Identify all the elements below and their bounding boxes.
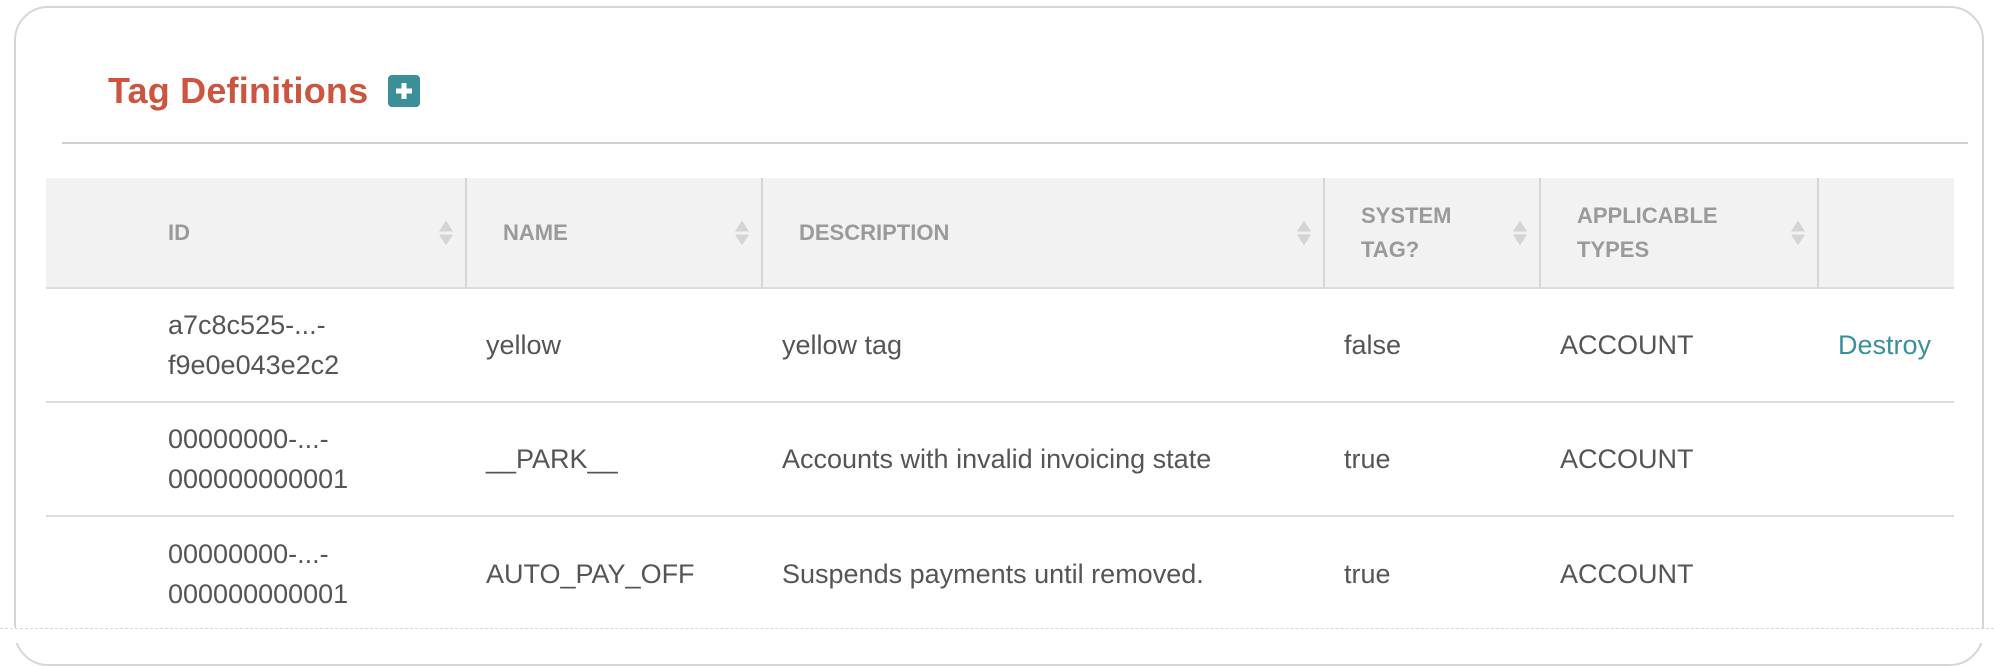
system-tag-cell: true [1344, 444, 1391, 474]
sort-icon[interactable] [439, 220, 453, 245]
column-header-label: ID [168, 219, 190, 245]
column-header-label: TYPES [1577, 236, 1650, 262]
table-row: 00000000-...- 000000000001 __PARK__ Acco… [46, 402, 1954, 516]
applicable-types-cell: ACCOUNT [1560, 330, 1694, 360]
name-cell: AUTO_PAY_OFF [486, 558, 695, 589]
add-tag-definition-button[interactable] [388, 75, 421, 107]
action-cell [1818, 516, 1954, 630]
description-cell: yellow tag [782, 330, 903, 360]
description-cell: Suspends payments until removed. [782, 558, 1204, 589]
column-header-applicable-types[interactable]: APPLICABLE TYPES [1540, 178, 1819, 288]
table-row: a7c8c525-...- f9e0e043e2c2 yellow yellow… [46, 288, 1954, 402]
id-line: 00000000-...- [168, 538, 329, 569]
description-cell: Accounts with invalid invoicing state [782, 444, 1212, 474]
table-row: 00000000-...- 000000000001 AUTO_PAY_OFF … [46, 516, 1954, 630]
id-line: 000000000001 [168, 578, 349, 609]
id-line: a7c8c525-...- [168, 310, 326, 340]
id-line: 000000000001 [168, 464, 349, 494]
id-line: 00000000-...- [168, 424, 329, 454]
action-cell [1818, 402, 1954, 516]
sort-icon[interactable] [1513, 220, 1527, 245]
sort-icon[interactable] [1297, 220, 1311, 245]
page-title: Tag Definitions [108, 70, 369, 111]
system-tag-cell: false [1344, 330, 1402, 360]
panel-header: Tag Definitions [108, 70, 421, 112]
column-header-label: APPLICABLE [1577, 202, 1718, 228]
applicable-types-cell: ACCOUNT [1560, 444, 1694, 474]
tag-definitions-table-container: ID NAME DESCRIPTION SYSTEM TAG? APPLICAB… [46, 178, 1954, 630]
tag-definitions-table: ID NAME DESCRIPTION SYSTEM TAG? APPLICAB… [46, 178, 1954, 630]
column-header-description[interactable]: DESCRIPTION [762, 178, 1325, 288]
column-header-name[interactable]: NAME [466, 178, 763, 288]
destroy-link[interactable]: Destroy [1838, 330, 1931, 360]
column-header-actions [1818, 178, 1954, 288]
id-cell: a7c8c525-...- f9e0e043e2c2 [46, 288, 466, 402]
plus-icon [396, 83, 413, 99]
name-cell: __PARK__ [486, 444, 618, 474]
torn-edge [0, 628, 1994, 643]
name-cell: yellow [486, 330, 562, 360]
table-header-row: ID NAME DESCRIPTION SYSTEM TAG? APPLICAB… [46, 178, 1954, 288]
id-cell: 00000000-...- 000000000001 [46, 402, 466, 516]
applicable-types-cell: ACCOUNT [1560, 558, 1694, 589]
action-cell: Destroy [1818, 288, 1954, 402]
id-cell: 00000000-...- 000000000001 [46, 516, 466, 630]
column-header-id[interactable]: ID [46, 178, 467, 288]
header-divider [62, 142, 1968, 144]
column-header-label: DESCRIPTION [799, 219, 950, 245]
sort-icon[interactable] [735, 220, 749, 245]
id-line: f9e0e043e2c2 [168, 350, 340, 380]
system-tag-cell: true [1344, 558, 1391, 589]
column-header-label: NAME [503, 219, 568, 245]
column-header-system-tag[interactable]: SYSTEM TAG? [1324, 178, 1541, 288]
sort-icon[interactable] [1791, 220, 1805, 245]
